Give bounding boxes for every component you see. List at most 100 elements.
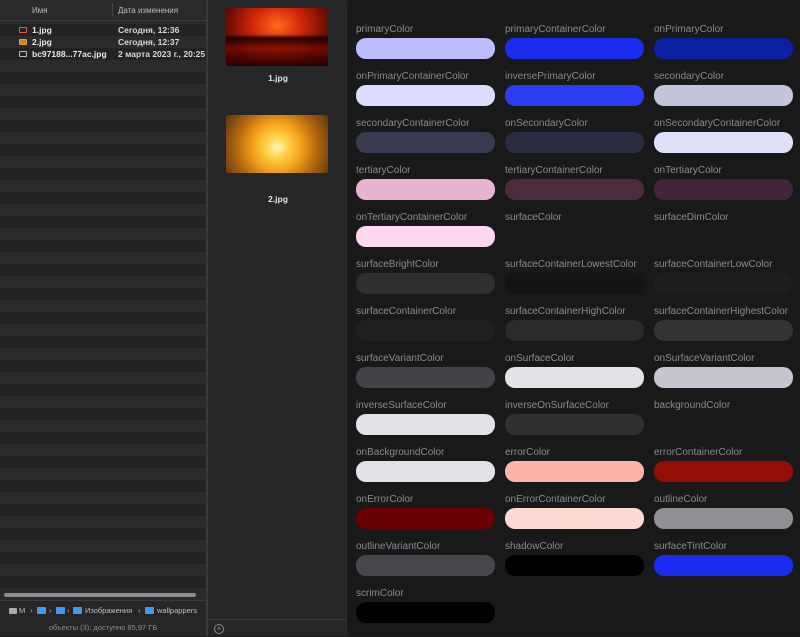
color-label: inverseSurfaceColor bbox=[356, 400, 447, 411]
color-swatch bbox=[356, 85, 495, 106]
color-swatch bbox=[654, 179, 793, 200]
chevron-right-icon: › bbox=[49, 606, 52, 615]
color-cell: secondaryContainerColor bbox=[356, 118, 496, 162]
color-swatch bbox=[505, 508, 644, 529]
color-label: onErrorColor bbox=[356, 494, 414, 505]
image-file-icon bbox=[19, 27, 27, 33]
thumbnail-2[interactable] bbox=[226, 115, 328, 173]
color-cell: outlineVariantColor bbox=[356, 541, 496, 585]
color-cell: outlineColor bbox=[654, 494, 794, 538]
color-label: onPrimaryContainerColor bbox=[356, 71, 469, 82]
color-cell: onTertiaryContainerColor bbox=[356, 212, 496, 256]
color-cell: onSurfaceVariantColor bbox=[654, 353, 794, 397]
color-swatch bbox=[654, 320, 793, 341]
color-cell: onErrorContainerColor bbox=[505, 494, 645, 538]
folder-icon bbox=[145, 607, 154, 614]
color-label: surfaceColor bbox=[505, 212, 562, 223]
color-cell: onPrimaryColor bbox=[654, 24, 794, 68]
color-cell: errorColor bbox=[505, 447, 645, 491]
color-swatch bbox=[654, 555, 793, 576]
color-label: tertiaryContainerColor bbox=[505, 165, 603, 176]
plus-icon: + bbox=[216, 624, 222, 633]
path-bar: M › › › Изображения › wallpappers bbox=[0, 600, 206, 619]
color-cell: surfaceTintColor bbox=[654, 541, 794, 585]
gallery-panel: 1.jpg 2.jpg + bbox=[206, 0, 346, 636]
color-swatch bbox=[654, 273, 793, 294]
file-name: 1.jpg bbox=[32, 25, 52, 35]
drive-icon bbox=[9, 608, 17, 614]
color-swatch bbox=[356, 273, 495, 294]
color-cell: primaryColor bbox=[356, 24, 496, 68]
path-current-folder[interactable]: wallpappers bbox=[145, 606, 197, 615]
color-swatch bbox=[356, 320, 495, 341]
color-label: outlineColor bbox=[654, 494, 708, 505]
color-label: inverseOnSurfaceColor bbox=[505, 400, 609, 411]
horizontal-scrollbar[interactable] bbox=[4, 593, 196, 597]
color-label: onBackgroundColor bbox=[356, 447, 445, 458]
color-label: surfaceContainerLowestColor bbox=[505, 259, 637, 270]
color-swatch bbox=[356, 602, 495, 623]
color-label: onErrorContainerColor bbox=[505, 494, 606, 505]
file-date: 2 марта 2023 г., 20:25 bbox=[118, 49, 206, 59]
thumbnail-1[interactable] bbox=[226, 8, 328, 66]
color-swatch bbox=[356, 461, 495, 482]
chevron-right-icon: › bbox=[67, 606, 70, 615]
color-cell: surfaceBrightColor bbox=[356, 259, 496, 303]
color-cell: onPrimaryContainerColor bbox=[356, 71, 496, 115]
color-label: onTertiaryColor bbox=[654, 165, 722, 176]
color-swatch bbox=[505, 273, 644, 294]
color-swatch bbox=[356, 414, 495, 435]
color-swatch bbox=[505, 38, 644, 59]
file-row[interactable]: 1.jpg Сегодня, 12:36 bbox=[0, 24, 206, 36]
color-cell: surfaceDimColor bbox=[654, 212, 794, 256]
color-swatch bbox=[654, 367, 793, 388]
path-drive[interactable]: M bbox=[9, 606, 25, 615]
thumbnail-label: 1.jpg bbox=[268, 73, 288, 83]
column-header-date[interactable]: Дата изменения bbox=[118, 6, 178, 15]
color-label: tertiaryColor bbox=[356, 165, 411, 176]
finder-file-list: Имя Дата изменения 1.jpg Сегодня, 12:36 2.… bbox=[0, 0, 206, 636]
color-label: inversePrimaryColor bbox=[505, 71, 596, 82]
image-file-icon bbox=[19, 39, 27, 45]
folder-icon bbox=[73, 607, 82, 614]
list-header: Имя Дата изменения bbox=[0, 0, 206, 21]
color-swatch bbox=[356, 226, 495, 247]
color-scheme-panel: primaryColor primaryContainerColor onPrima… bbox=[346, 0, 800, 636]
color-label: errorColor bbox=[505, 447, 551, 458]
gallery-toolbar: + bbox=[208, 619, 346, 637]
color-cell: secondaryColor bbox=[654, 71, 794, 115]
file-row[interactable]: bc97188...77ac.jpg 2 марта 2023 г., 20:25 bbox=[0, 48, 206, 60]
color-cell: onErrorColor bbox=[356, 494, 496, 538]
color-label: scrimColor bbox=[356, 588, 404, 599]
color-swatch bbox=[505, 461, 644, 482]
color-swatch bbox=[654, 461, 793, 482]
file-row[interactable]: 2.jpg Сегодня, 12:37 bbox=[0, 36, 206, 48]
column-header-name[interactable]: Имя bbox=[32, 6, 48, 15]
color-label: surfaceContainerHighColor bbox=[505, 306, 626, 317]
chevron-right-icon: › bbox=[30, 606, 33, 615]
add-button[interactable]: + bbox=[214, 624, 224, 634]
color-cell: surfaceContainerLowestColor bbox=[505, 259, 645, 303]
color-label: onSurfaceVariantColor bbox=[654, 353, 755, 364]
color-label: errorContainerColor bbox=[654, 447, 743, 458]
color-swatch bbox=[356, 555, 495, 576]
path-images-folder[interactable]: Изображения bbox=[73, 606, 132, 615]
color-label: surfaceContainerLowColor bbox=[654, 259, 773, 270]
color-swatch bbox=[505, 179, 644, 200]
color-label: outlineVariantColor bbox=[356, 541, 441, 552]
path-user-folder[interactable] bbox=[37, 606, 49, 615]
color-swatch bbox=[356, 508, 495, 529]
color-label: secondaryContainerColor bbox=[356, 118, 470, 129]
color-label: onTertiaryContainerColor bbox=[356, 212, 468, 223]
file-name: 2.jpg bbox=[32, 37, 52, 47]
color-cell: onTertiaryColor bbox=[654, 165, 794, 209]
color-cell: onBackgroundColor bbox=[356, 447, 496, 491]
chevron-right-icon: › bbox=[138, 606, 141, 615]
thumbnail-label: 2.jpg bbox=[268, 194, 288, 204]
color-cell: surfaceColor bbox=[505, 212, 645, 256]
color-label: surfaceContainerColor bbox=[356, 306, 457, 317]
color-cell: surfaceContainerColor bbox=[356, 306, 496, 350]
color-swatch bbox=[654, 132, 793, 153]
color-swatch bbox=[505, 85, 644, 106]
folder-icon bbox=[37, 607, 46, 614]
